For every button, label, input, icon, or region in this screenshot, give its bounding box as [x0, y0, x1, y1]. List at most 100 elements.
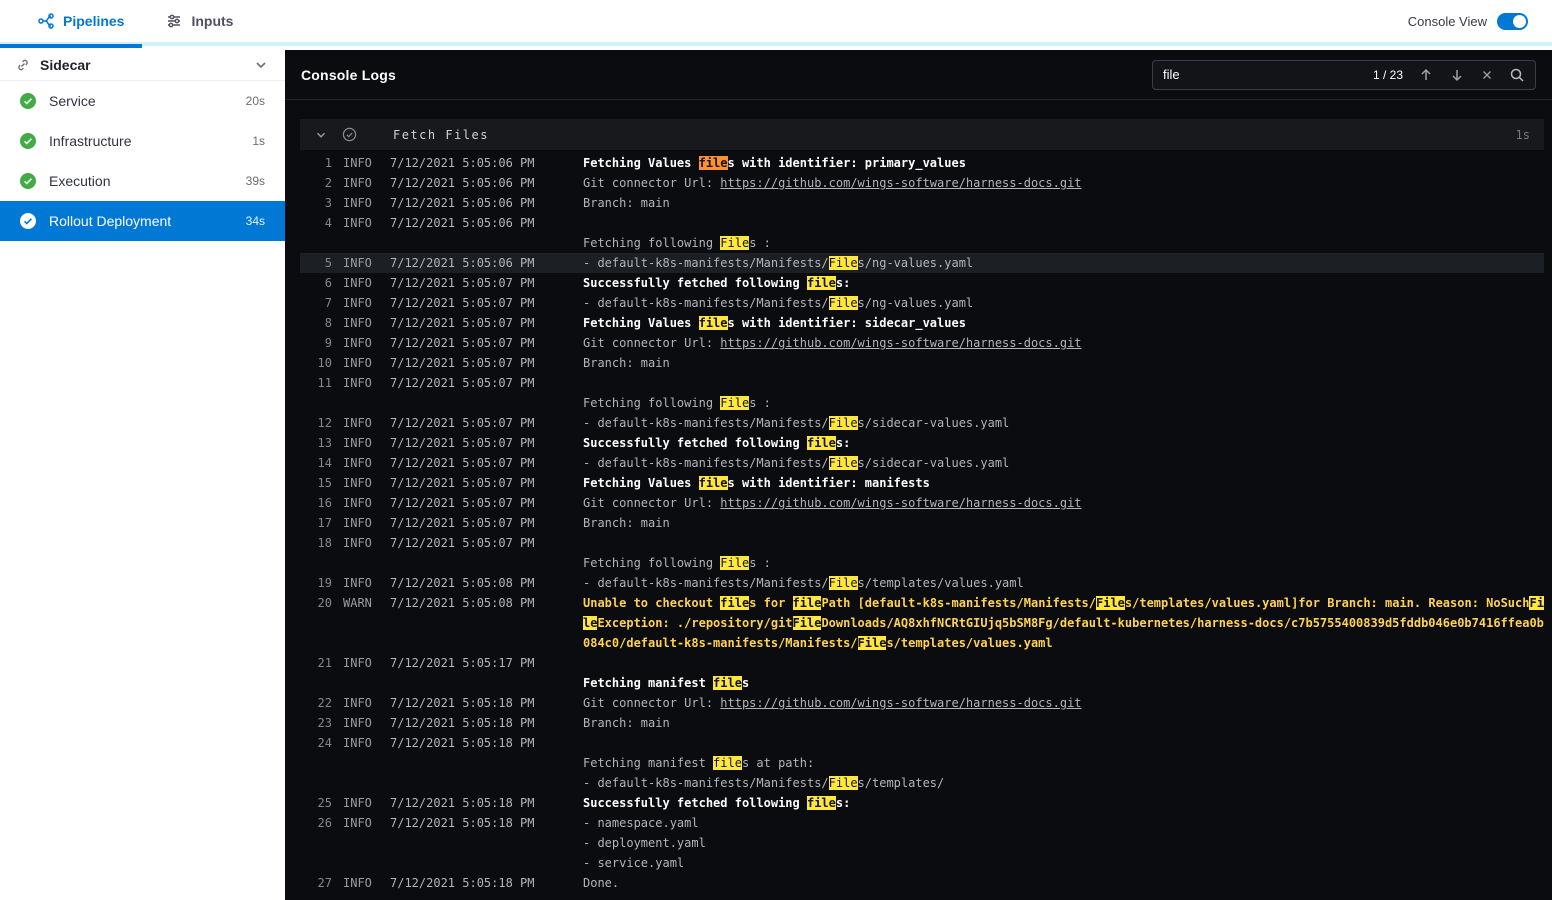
- tab-pipelines[interactable]: Pipelines: [0, 0, 152, 48]
- log-level: INFO: [343, 196, 372, 210]
- log-text: Branch: main: [583, 196, 670, 210]
- log-message: Fetching manifest files at path: - defau…: [583, 733, 1544, 793]
- log-text: Successfully fetched following: [583, 796, 807, 810]
- log-text: Branch: main: [583, 516, 670, 530]
- log-link[interactable]: https://github.com/wings-software/harnes…: [720, 496, 1081, 510]
- log-section-header[interactable]: Fetch Files 1s: [300, 119, 1544, 150]
- sidebar-item-infrastructure[interactable]: Infrastructure 1s: [0, 121, 285, 161]
- log-row: 20 WARN 7/12/2021 5:05:08 PM Unable to chec…: [300, 593, 1544, 653]
- log-level: INFO: [343, 416, 372, 430]
- log-text: s:: [835, 796, 851, 810]
- sidebar-item-execution[interactable]: Execution 39s: [0, 161, 285, 201]
- app: Pipelines Inputs Console View Sidecar Se…: [0, 0, 1552, 900]
- log-text: s with identifier: manifests: [727, 476, 930, 490]
- tab-inputs[interactable]: Inputs: [152, 0, 261, 44]
- toggle-knob: [1513, 14, 1526, 28]
- log-text: - default-k8s-manifests/Manifests/: [583, 456, 829, 470]
- sidebar-item-service[interactable]: Service 20s: [0, 81, 285, 121]
- log-text: Git connector Url:: [583, 336, 721, 350]
- next-match-icon[interactable]: [1449, 67, 1465, 83]
- console-view-toggle[interactable]: [1497, 12, 1528, 30]
- log-text: File: [828, 456, 858, 470]
- log-timestamp: 7/12/2021 5:05:07 PM: [390, 496, 535, 510]
- sidebar-items: Service 20s Infrastructure 1s Execution …: [0, 81, 285, 241]
- log-row: 8 INFO 7/12/2021 5:05:07 PM Fetching Values…: [300, 313, 1544, 333]
- log-text: s for: [749, 596, 793, 610]
- log-row: 11 INFO 7/12/2021 5:05:07 PM Fetching foll…: [300, 373, 1544, 413]
- log-timestamp: 7/12/2021 5:05:07 PM: [390, 296, 535, 310]
- log-link[interactable]: https://github.com/wings-software/harnes…: [720, 176, 1081, 190]
- log-timestamp: 7/12/2021 5:05:07 PM: [390, 476, 535, 490]
- line-number: 14: [317, 456, 332, 470]
- log-text: Fetching Values: [583, 476, 699, 490]
- log-message: Git connector Url: https://github.com/wi…: [583, 693, 1544, 713]
- log-level: INFO: [343, 256, 372, 270]
- sidebar-item-label: Rollout Deployment: [49, 213, 172, 229]
- line-number: 27: [317, 876, 332, 890]
- sidebar-item-rollout-deployment[interactable]: Rollout Deployment 34s: [0, 201, 285, 241]
- line-number: 4: [324, 216, 332, 230]
- log-level: INFO: [343, 736, 372, 750]
- log-message: Fetching following Files :: [583, 533, 1544, 573]
- log-row: 17 INFO 7/12/2021 5:05:07 PM Branch: main: [300, 513, 1544, 533]
- line-number: 9: [324, 336, 332, 350]
- log-message: Fetching Values files with identifier: p…: [583, 153, 1544, 173]
- log-text: File: [720, 396, 750, 410]
- log-row: 19 INFO 7/12/2021 5:05:08 PM - default-k8s-…: [300, 573, 1544, 593]
- line-number: 16: [317, 496, 332, 510]
- log-timestamp: 7/12/2021 5:05:07 PM: [390, 276, 535, 290]
- log-text: - default-k8s-manifests/Manifests/: [583, 256, 829, 270]
- log-area: Fetch Files 1s 1 INFO 7/12/2021 5:05:06 PM…: [285, 100, 1552, 893]
- log-level: INFO: [343, 476, 372, 490]
- log-text: Fetching manifest: [583, 676, 714, 690]
- log-row: 3 INFO 7/12/2021 5:05:06 PM Branch: main: [300, 193, 1544, 213]
- log-message: Branch: main: [583, 713, 1544, 733]
- log-level: INFO: [343, 176, 372, 190]
- log-timestamp: 7/12/2021 5:05:07 PM: [390, 316, 535, 330]
- console-view-label: Console View: [1407, 13, 1487, 29]
- log-search-box: 1 / 23: [1152, 59, 1536, 90]
- search-icon[interactable]: [1509, 67, 1525, 83]
- log-timestamp: 7/12/2021 5:05:07 PM: [390, 456, 535, 470]
- prev-match-icon[interactable]: [1418, 67, 1434, 83]
- search-input[interactable]: [1163, 67, 1358, 82]
- log-text: Fetching following: [583, 236, 714, 250]
- log-row: 23 INFO 7/12/2021 5:05:18 PM Branch: main: [300, 713, 1544, 733]
- log-link[interactable]: https://github.com/wings-software/harnes…: [720, 696, 1081, 710]
- log-row: 7 INFO 7/12/2021 5:05:07 PM - default-k8s-m…: [300, 293, 1544, 313]
- log-link[interactable]: https://github.com/wings-software/harnes…: [720, 336, 1081, 350]
- status-success-icon: [20, 133, 36, 149]
- log-text: Successfully fetched following: [583, 436, 807, 450]
- log-timestamp: 7/12/2021 5:05:18 PM: [390, 736, 535, 750]
- log-text: file: [806, 796, 836, 810]
- line-number: 5: [324, 256, 332, 270]
- log-text: file: [698, 316, 728, 330]
- log-message: Successfully fetched following files:: [583, 273, 1544, 293]
- log-level: INFO: [343, 276, 372, 290]
- log-text: s:: [835, 436, 851, 450]
- log-text: s: [741, 676, 750, 690]
- log-text: File: [828, 416, 858, 430]
- tab-label: Inputs: [191, 13, 234, 29]
- log-level: INFO: [343, 336, 372, 350]
- log-level: INFO: [343, 436, 372, 450]
- log-row: 1 INFO 7/12/2021 5:05:06 PM Fetching Values…: [300, 153, 1544, 173]
- chevron-down-icon[interactable]: [314, 128, 328, 142]
- log-level: INFO: [343, 516, 372, 530]
- line-number: 23: [317, 716, 332, 730]
- log-text: file: [713, 676, 742, 690]
- log-text: File: [828, 296, 858, 310]
- sidebar-header[interactable]: Sidecar: [0, 50, 285, 81]
- clear-search-icon[interactable]: [1480, 68, 1494, 82]
- status-success-icon: [20, 93, 36, 109]
- log-timestamp: 7/12/2021 5:05:07 PM: [390, 416, 535, 430]
- chevron-down-icon[interactable]: [253, 57, 269, 73]
- console-header: Console Logs 1 / 23: [285, 50, 1552, 100]
- log-timestamp: 7/12/2021 5:05:17 PM: [390, 656, 535, 670]
- log-text: Exception: ./repository/git: [597, 616, 793, 630]
- log-text: Done.: [583, 876, 620, 890]
- line-number: 25: [317, 796, 332, 810]
- log-text: s/templates/values.yaml: [857, 576, 1024, 590]
- log-level: WARN: [343, 596, 372, 610]
- sidebar-item-label: Infrastructure: [49, 133, 132, 149]
